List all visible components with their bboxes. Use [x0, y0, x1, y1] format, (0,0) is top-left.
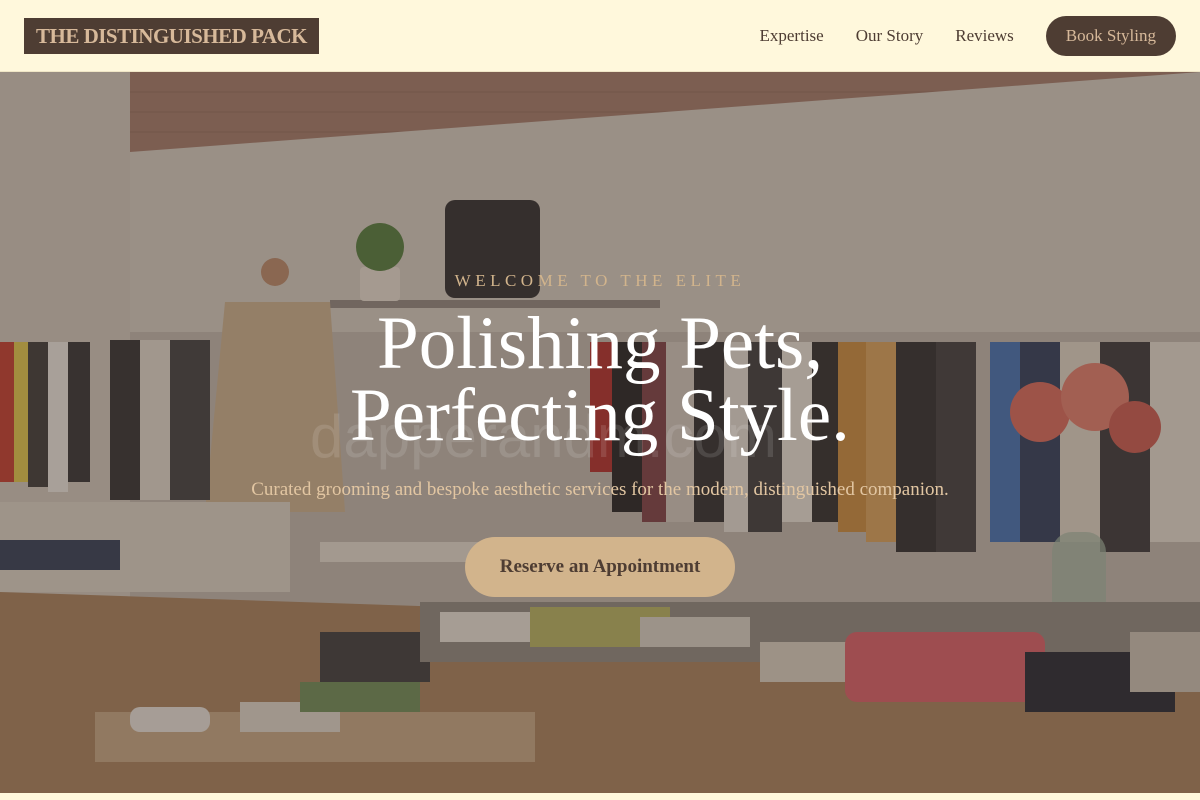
main-nav: Expertise Our Story Reviews Book Styling [760, 15, 1176, 56]
book-styling-button[interactable]: Book Styling [1045, 15, 1176, 56]
nav-link-reviews[interactable]: Reviews [955, 26, 1014, 46]
hero-headline: Polishing Pets, Perfecting Style. [0, 302, 1200, 457]
hero-content: WELCOME TO THE ELITE Polishing Pets, Per… [0, 72, 1200, 793]
page-bottom-strip [0, 793, 1200, 800]
nav-link-expertise[interactable]: Expertise [760, 26, 824, 46]
reserve-appointment-button[interactable]: Reserve an Appointment [465, 537, 735, 597]
hero-headline-line2: Perfecting Style. [350, 374, 850, 457]
hero-subtext: Curated grooming and bespoke aesthetic s… [251, 479, 949, 500]
nav-link-our-story[interactable]: Our Story [856, 26, 924, 46]
hero-section: dapperandm.com WELCOME TO THE ELITE Poli… [0, 72, 1200, 793]
hero-headline-line1: Polishing Pets, [377, 302, 823, 385]
site-header: THE DISTINGUISHED PACK Expertise Our Sto… [0, 0, 1200, 72]
brand-logo[interactable]: THE DISTINGUISHED PACK [24, 17, 320, 54]
hero-eyebrow: WELCOME TO THE ELITE [454, 271, 746, 290]
